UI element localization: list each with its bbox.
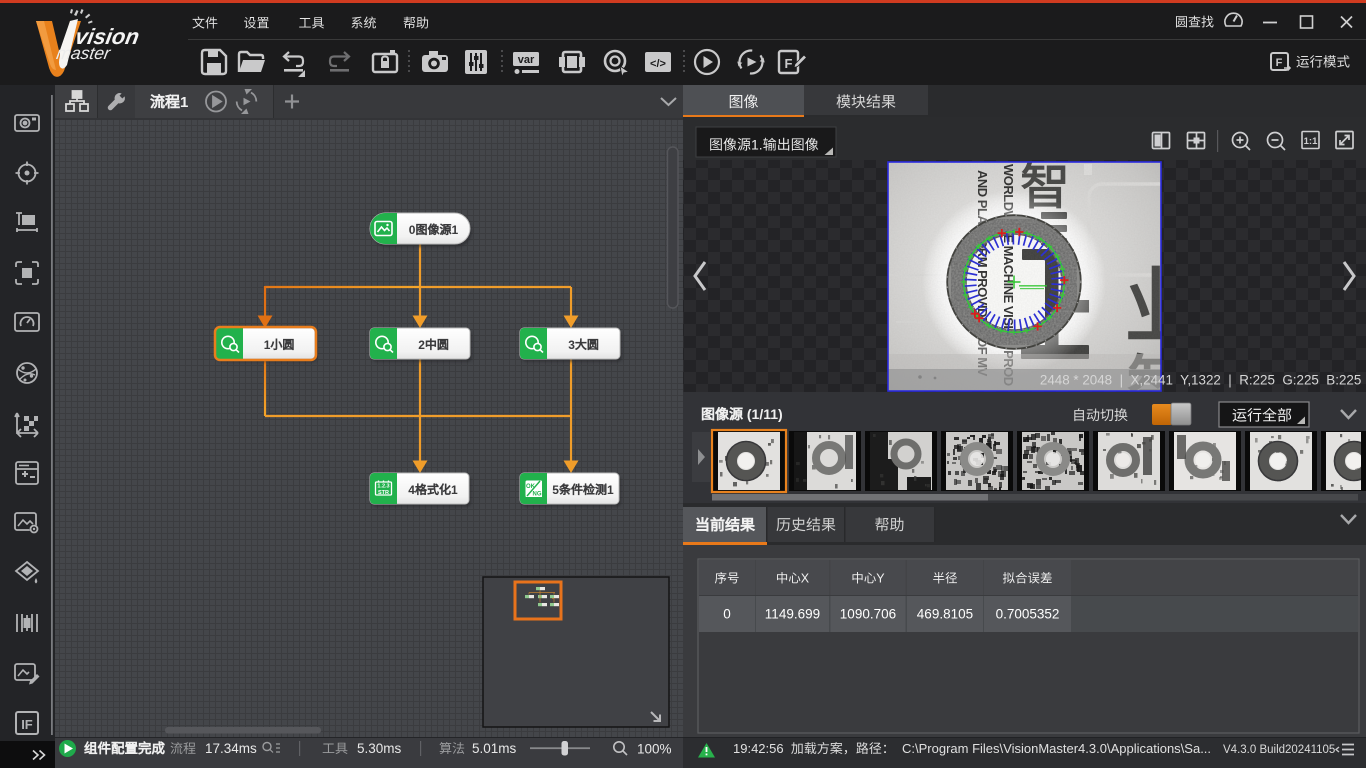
svg-text:469.8105: 469.8105 — [917, 607, 973, 622]
svg-text:(1/11): (1/11) — [743, 406, 783, 422]
svg-text:</>: </> — [650, 58, 666, 70]
svg-text:5: 5 — [552, 483, 559, 497]
svg-text:0.7005352: 0.7005352 — [996, 607, 1060, 622]
svg-text:1.2.3: 1.2.3 — [377, 484, 389, 490]
svg-text:0: 0 — [723, 607, 731, 622]
svg-text:19:42:56: 19:42:56 — [733, 741, 791, 756]
svg-text:100%: 100% — [637, 742, 672, 757]
svg-text:F: F — [1276, 57, 1283, 69]
svg-text:5.30ms: 5.30ms — [357, 741, 402, 756]
svg-text:IF: IF — [21, 717, 33, 732]
svg-text:0: 0 — [409, 223, 416, 237]
svg-text:1149.699: 1149.699 — [765, 607, 820, 622]
svg-text:NG: NG — [533, 492, 542, 498]
svg-text:1: 1 — [451, 483, 458, 497]
svg-text:2448 * 2048 | X,2441 Y,1322: 2448 * 2048 | X,2441 Y,1322 | R:225 G:22… — [1040, 373, 1361, 388]
svg-text:1.: 1. — [751, 137, 763, 153]
svg-text:X: X — [801, 572, 810, 586]
svg-text:4: 4 — [408, 483, 415, 497]
svg-text:17.34ms: 17.34ms — [205, 741, 257, 756]
svg-text:5.01ms: 5.01ms — [472, 741, 517, 756]
svg-text:F: F — [785, 56, 793, 71]
svg-text:1: 1 — [607, 483, 614, 497]
svg-text:1:1: 1:1 — [1304, 136, 1318, 147]
svg-text:1: 1 — [264, 338, 271, 352]
svg-text:var: var — [518, 54, 535, 66]
svg-text:OK: OK — [526, 484, 536, 490]
svg-text:Y: Y — [876, 572, 885, 586]
svg-text:STR: STR — [378, 490, 389, 496]
svg-text:master: master — [55, 43, 113, 63]
svg-text:1090.706: 1090.706 — [840, 607, 896, 622]
svg-text:2: 2 — [418, 338, 425, 352]
svg-text:1: 1 — [452, 223, 459, 237]
svg-text:V4.3.0 Build20241105: V4.3.0 Build20241105 — [1223, 744, 1335, 756]
svg-text:1: 1 — [180, 94, 188, 111]
svg-text:C:\Program Files\VisionMaster4: C:\Program Files\VisionMaster4.3.0\Appli… — [895, 741, 1211, 756]
svg-text:3: 3 — [568, 338, 575, 352]
